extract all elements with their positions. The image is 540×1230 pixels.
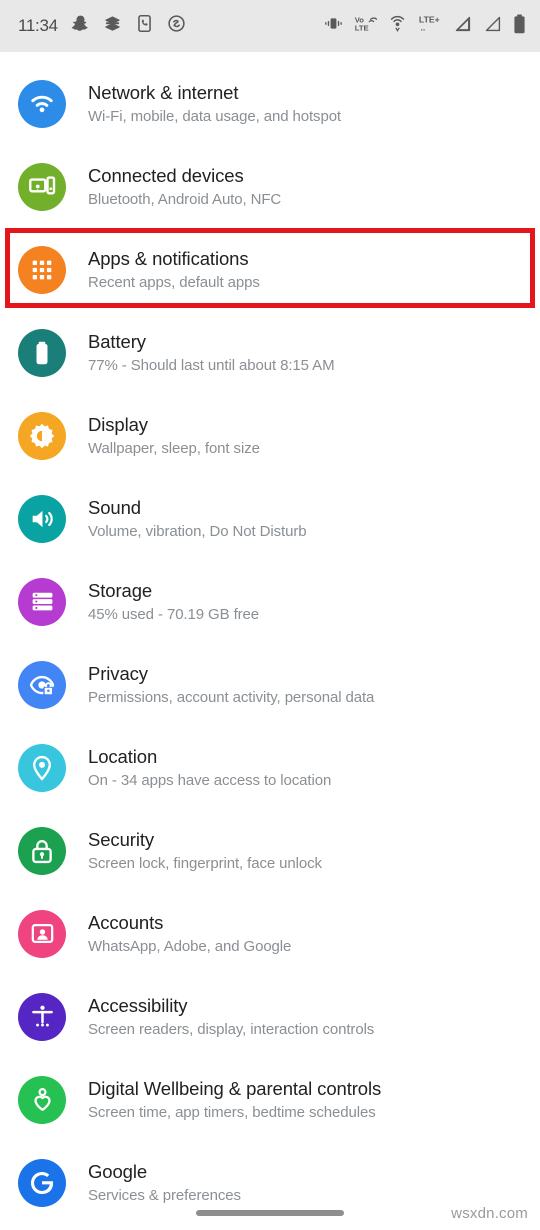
settings-row-title: Apps & notifications [88,247,249,269]
settings-row-title: Storage [88,579,153,601]
svg-text:LTE: LTE [355,23,369,32]
settings-row-storage[interactable]: Storage 45% used - 70.19 GB free [0,560,540,643]
settings-row-connected-devices[interactable]: Connected devices Bluetooth, Android Aut… [0,145,540,228]
settings-row-privacy[interactable]: Privacy Permissions, account activity, p… [0,643,540,726]
settings-row-subtitle: 45% used - 70.19 GB free [88,605,260,623]
settings-row-subtitle: Wi-Fi, mobile, data usage, and hotspot [88,107,342,125]
settings-row-title: Security [88,828,155,850]
settings-row-title: Accessibility [88,994,188,1016]
settings-row-text: Accounts WhatsApp, Adobe, and Google [88,911,291,957]
brightness-icon [18,411,66,460]
settings-row-subtitle: Screen lock, fingerprint, face unlock [88,854,322,872]
settings-row-title: Location [88,745,158,767]
settings-row-title: Google [88,1160,148,1182]
settings-row-text: Digital Wellbeing & parental controls Sc… [88,1077,381,1123]
settings-row-title: Sound [88,496,141,518]
settings-row-text: Storage 45% used - 70.19 GB free [88,579,259,625]
settings-row-title: Display [88,413,148,435]
settings-row-text: Accessibility Screen readers, display, i… [88,994,374,1040]
settings-row-subtitle: Screen readers, display, interaction con… [88,1020,375,1038]
settings-row-subtitle: On - 34 apps have access to location [88,771,332,789]
status-clock: 11:34 [18,16,58,35]
watermark: wsxdn.com [451,1205,528,1222]
settings-row-subtitle: Permissions, account activity, personal … [88,688,375,706]
cast-devices-icon [18,162,66,211]
settings-row-text: Google Services & preferences [88,1160,241,1206]
speaker-icon [18,494,66,543]
settings-row-title: Privacy [88,662,148,684]
storage-icon [18,577,66,626]
settings-row-digital-wellbeing[interactable]: Digital Wellbeing & parental controls Sc… [0,1058,540,1141]
status-bar-right: Vo LTE LTE+ .. [324,14,526,39]
battery-icon [513,14,526,39]
settings-row-text: Battery 77% - Should last until about 8:… [88,330,335,376]
vibrate-icon [324,15,343,37]
settings-list: Network & internet Wi-Fi, mobile, data u… [0,52,540,1224]
privacy-eye-icon [18,660,66,709]
settings-row-text: Apps & notifications Recent apps, defaul… [88,247,260,293]
shazam-icon [167,14,186,38]
location-pin-icon [18,743,66,792]
account-card-icon [18,909,66,958]
settings-row-title: Network & internet [88,81,239,103]
settings-row-subtitle: Services & preferences [88,1186,241,1204]
settings-row-accounts[interactable]: Accounts WhatsApp, Adobe, and Google [0,892,540,975]
svg-text:..: .. [421,23,426,33]
settings-row-accessibility[interactable]: Accessibility Screen readers, display, i… [0,975,540,1058]
settings-row-location[interactable]: Location On - 34 apps have access to loc… [0,726,540,809]
settings-row-subtitle: Volume, vibration, Do Not Disturb [88,522,307,540]
settings-row-subtitle: Bluetooth, Android Auto, NFC [88,190,282,208]
settings-row-text: Connected devices Bluetooth, Android Aut… [88,164,281,210]
status-bar: 11:34 Vo LTE LTE+ .. [0,0,540,52]
settings-row-subtitle: 77% - Should last until about 8:15 AM [88,356,335,374]
lock-icon [18,826,66,875]
settings-row-network-internet[interactable]: Network & internet Wi-Fi, mobile, data u… [0,62,540,145]
settings-row-text: Privacy Permissions, account activity, p… [88,662,374,708]
hotspot-icon [388,14,407,38]
delivery-icon [103,14,122,38]
settings-row-subtitle: Wallpaper, sleep, font size [88,439,260,457]
settings-screen: 11:34 Vo LTE LTE+ .. Network & internet … [0,0,540,1230]
settings-row-title: Battery [88,330,146,352]
settings-row-battery[interactable]: Battery 77% - Should last until about 8:… [0,311,540,394]
settings-row-subtitle: WhatsApp, Adobe, and Google [88,937,292,955]
home-gesture-bar[interactable] [196,1210,344,1216]
settings-row-text: Sound Volume, vibration, Do Not Disturb [88,496,307,542]
settings-row-display[interactable]: Display Wallpaper, sleep, font size [0,394,540,477]
google-g-icon [18,1158,66,1207]
settings-row-text: Network & internet Wi-Fi, mobile, data u… [88,81,341,127]
signal-sim1-icon [453,15,472,38]
settings-row-text: Display Wallpaper, sleep, font size [88,413,260,459]
settings-row-title: Accounts [88,911,164,933]
settings-row-subtitle: Screen time, app timers, bedtime schedul… [88,1103,376,1121]
settings-row-title: Digital Wellbeing & parental controls [88,1077,382,1099]
lte-plus-icon: LTE+ .. [418,14,442,38]
settings-row-sound[interactable]: Sound Volume, vibration, Do Not Disturb [0,477,540,560]
settings-row-security[interactable]: Security Screen lock, fingerprint, face … [0,809,540,892]
accessibility-icon [18,992,66,1041]
apps-grid-icon [18,245,66,294]
volte-icon: Vo LTE [354,14,378,38]
settings-row-subtitle: Recent apps, default apps [88,273,260,291]
wifi-icon [18,79,66,128]
settings-row-text: Location On - 34 apps have access to loc… [88,745,331,791]
signal-sim2-icon [483,15,502,38]
battery-icon [18,328,66,377]
status-bar-left: 11:34 [18,14,186,38]
snapchat-icon [71,14,90,38]
settings-row-text: Security Screen lock, fingerprint, face … [88,828,322,874]
wellbeing-heart-icon [18,1075,66,1124]
settings-row-title: Connected devices [88,164,244,186]
phone-app-icon [135,14,154,38]
settings-row-apps-notifications[interactable]: Apps & notifications Recent apps, defaul… [0,228,540,311]
